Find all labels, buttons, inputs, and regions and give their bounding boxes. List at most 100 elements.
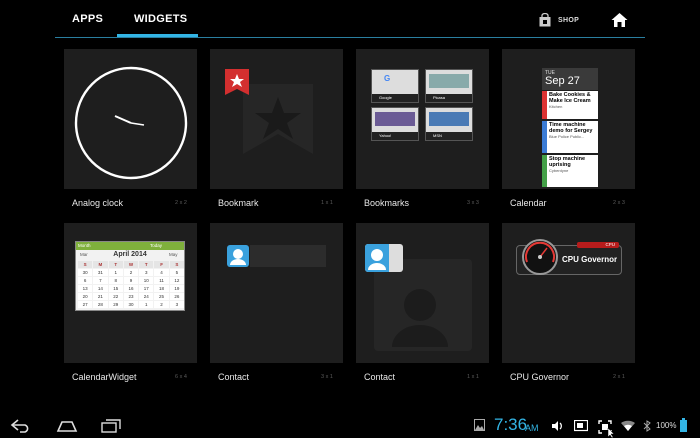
event-title: Stop machine uprising	[549, 156, 586, 168]
bookmark-ghost-icon	[243, 84, 313, 154]
calendar-day-cell: 19	[169, 285, 184, 292]
widget-contact-3x1[interactable]: Contact 3 x 1	[210, 223, 343, 382]
calendar-day-cell: 1	[108, 269, 123, 276]
gallery-notification-icon[interactable]	[474, 419, 485, 431]
speedometer-icon	[522, 239, 558, 275]
screen-mirror-icon[interactable]	[574, 420, 588, 432]
weekday-header: M	[93, 261, 108, 268]
contact-icon	[368, 249, 386, 270]
event-title: Time machine demo for Sergey	[549, 122, 593, 134]
battery-percent: 100%	[656, 421, 677, 430]
widget-label: Bookmark	[218, 198, 259, 208]
bookmark-thumb: Yahoo!	[371, 107, 419, 141]
cpu-tag: CPU	[577, 242, 619, 248]
calendar-day-cell: 10	[139, 277, 154, 284]
weekday-header: S	[169, 261, 184, 268]
calendar-day-cell: 15	[108, 285, 123, 292]
today-label: Today	[150, 243, 163, 248]
next-month: May	[169, 252, 178, 257]
recent-apps-icon[interactable]	[100, 419, 122, 433]
bookmark-thumb: MSN	[425, 107, 473, 141]
widget-bookmarks[interactable]: G Google Picasa Yahoo! MSN Bookmarks 3 x…	[356, 49, 489, 208]
cpu-governor-preview: CPU CPU Governor	[516, 239, 622, 275]
weekday-header: T	[139, 261, 154, 268]
system-bar: 7:36 AM 100%	[0, 413, 700, 438]
calendar-grid: S M T W T F S 30 31 1 2 3 4 5 6 7 8 9 10 11 12 13 14 15 16 17 18 19…	[78, 261, 184, 308]
widget-label: Bookmarks	[364, 198, 410, 208]
weekday-header: S	[78, 261, 93, 268]
widget-bookmark[interactable]: Bookmark 1 x 1	[210, 49, 343, 208]
calendar-day-cell: 30	[78, 269, 93, 276]
calendar-day-cell: 18	[154, 285, 169, 292]
cpu-governor-label: CPU Governor	[562, 255, 618, 264]
shop-button[interactable]: SHOP	[538, 11, 579, 29]
calendar-header: TUE Sep 27	[542, 68, 598, 90]
calendar-day-cell: 5	[169, 269, 184, 276]
widget-label: Contact	[364, 372, 396, 382]
calendar-day-cell: 3	[139, 269, 154, 276]
widget-size: 2 x 3	[613, 200, 625, 206]
bookmark-icon	[225, 69, 249, 95]
calendar-day-cell: 31	[93, 269, 108, 276]
bookmark-thumb: G Google	[371, 69, 419, 103]
widget-cpu-governor[interactable]: CPU CPU Governor CPU Governor 2 x 1	[502, 223, 635, 382]
analog-clock-icon	[74, 66, 188, 180]
tab-apps[interactable]: APPS	[72, 13, 103, 25]
calendar-day-cell: 24	[139, 293, 154, 300]
calendar-day-cell: 27	[78, 301, 93, 308]
widget-size: 3 x 3	[467, 200, 479, 206]
bookmark-thumb-label: Google	[372, 94, 418, 102]
calendar-day-cell: 21	[93, 293, 108, 300]
widget-calendar[interactable]: TUE Sep 27 Bake Cookies & Make Ice Cream…	[502, 49, 635, 208]
calendar-widget-preview: Month Today Mar April 2014 May S M T W T F S 30…	[75, 241, 185, 311]
contact-icon	[227, 245, 249, 267]
calendar-day-cell: 11	[154, 277, 169, 284]
weekday-header: T	[108, 261, 123, 268]
calendar-day-cell: 2	[154, 301, 169, 308]
bookmark-thumb: Picasa	[425, 69, 473, 103]
home-icon[interactable]	[611, 12, 628, 28]
calendar-month-title: April 2014	[113, 251, 147, 258]
shopping-bag-icon	[539, 13, 551, 27]
calendar-day-cell: 17	[139, 285, 154, 292]
widget-size: 6 x 4	[175, 374, 187, 380]
contact-name-placeholder	[250, 245, 326, 267]
calendar-day-cell: 8	[108, 277, 123, 284]
bluetooth-icon[interactable]	[643, 420, 651, 432]
clock-time[interactable]: 7:36	[494, 415, 527, 435]
widget-calendarwidget[interactable]: Month Today Mar April 2014 May S M T W T F S 30…	[64, 223, 197, 382]
calendar-day-cell: 12	[169, 277, 184, 284]
widget-size: 2 x 2	[175, 200, 187, 206]
calendar-event: Bake Cookies & Make Ice Cream Kitchen	[542, 91, 598, 119]
event-location: Cyberdyne	[549, 168, 569, 173]
calendar-day-cell: 3	[169, 301, 184, 308]
widget-size: 1 x 1	[467, 374, 479, 380]
calendar-day-cell: 7	[93, 277, 108, 284]
calendar-day-cell: 25	[154, 293, 169, 300]
battery-icon[interactable]	[680, 418, 687, 432]
calendar-day-cell: 9	[123, 277, 139, 284]
calendar-date: Sep 27	[545, 75, 580, 87]
calendar-day-cell: 14	[93, 285, 108, 292]
wifi-icon[interactable]	[621, 420, 635, 431]
widget-label: Calendar	[510, 198, 547, 208]
header-divider	[55, 37, 645, 38]
back-icon[interactable]	[10, 419, 32, 433]
widget-contact-1x1[interactable]: Contact 1 x 1	[356, 223, 489, 382]
calendar-event: Stop machine uprising Cyberdyne	[542, 155, 598, 187]
weekday-header: W	[123, 261, 139, 268]
widget-size: 1 x 1	[321, 200, 333, 206]
calendar-day-cell: 1	[139, 301, 154, 308]
weekday-header: F	[154, 261, 169, 268]
widget-size: 3 x 1	[321, 374, 333, 380]
home-nav-icon[interactable]	[56, 419, 78, 433]
event-location: Blue Police Public...	[549, 134, 585, 139]
volume-icon[interactable]	[551, 420, 564, 432]
tab-widgets[interactable]: WIDGETS	[134, 13, 187, 25]
widget-analog-clock[interactable]: Analog clock 2 x 2	[64, 49, 197, 208]
calendar-event: Time machine demo for Sergey Blue Police…	[542, 121, 598, 153]
shop-label: SHOP	[558, 16, 580, 24]
calendar-day-cell: 30	[123, 301, 139, 308]
calendar-day-cell: 26	[169, 293, 184, 300]
event-location: Kitchen	[549, 104, 563, 109]
